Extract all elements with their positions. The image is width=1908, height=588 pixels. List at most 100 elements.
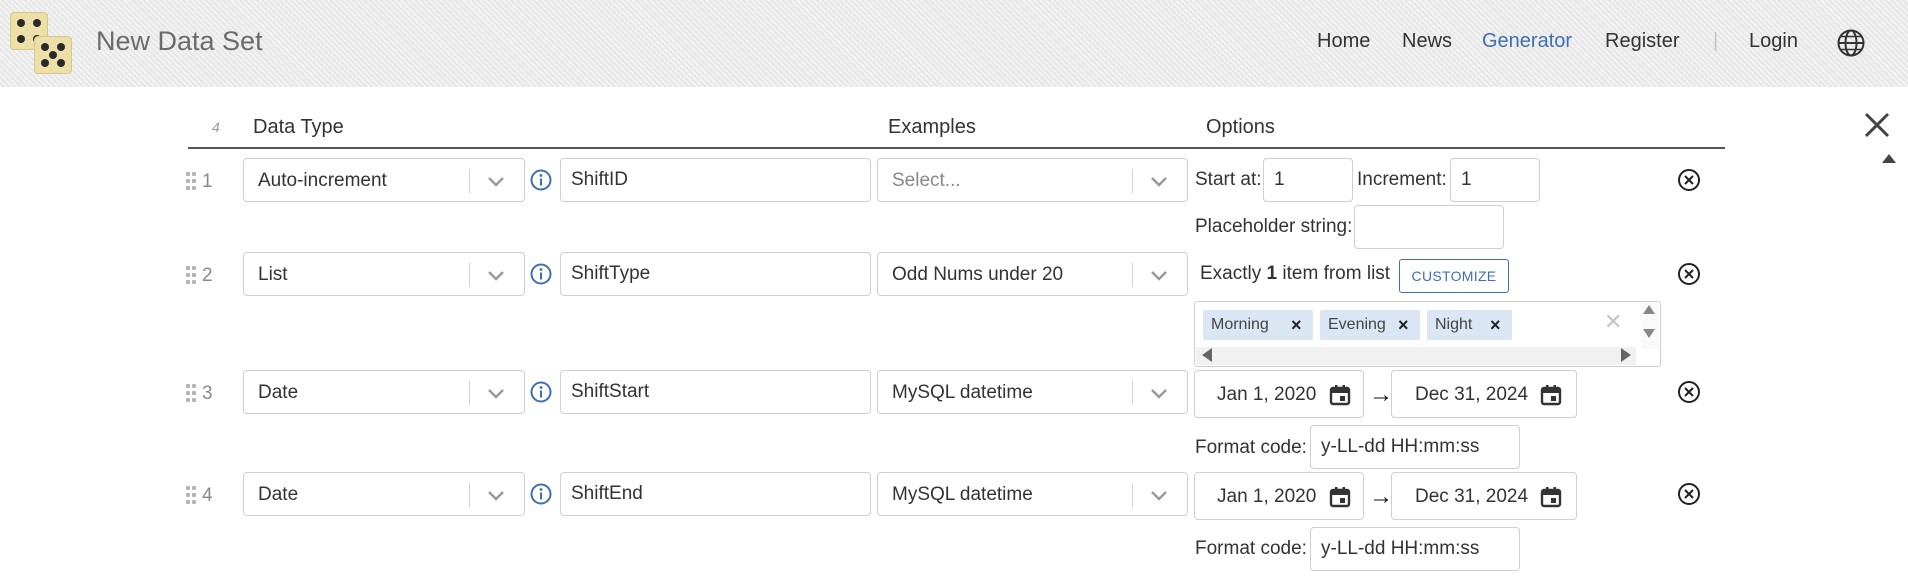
data-type-select[interactable]: Date: [243, 472, 525, 516]
close-icon[interactable]: [1862, 110, 1892, 140]
field-name-input[interactable]: [560, 158, 871, 202]
chevron-down-icon: [488, 271, 504, 281]
tag-label: Night: [1435, 316, 1473, 333]
example-select[interactable]: MySQL datetime: [877, 370, 1188, 414]
field-name-input[interactable]: [560, 252, 871, 296]
calendar-icon: [1540, 385, 1562, 406]
top-header: New Data Set Home News Generator Registe…: [0, 0, 1908, 87]
format-code-input[interactable]: [1310, 527, 1520, 571]
remove-circle-icon[interactable]: [1676, 379, 1702, 405]
drag-handle-icon[interactable]: [186, 172, 198, 190]
chevron-down-icon: [1151, 177, 1167, 187]
nav-register[interactable]: Register: [1605, 30, 1679, 53]
remove-circle-icon[interactable]: [1676, 261, 1702, 287]
increment-input[interactable]: [1450, 158, 1540, 202]
select-value: Date: [258, 484, 299, 505]
remove-tag-icon[interactable]: ×: [1291, 310, 1302, 340]
format-code-input[interactable]: [1310, 425, 1520, 469]
header-data-type: Data Type: [253, 116, 344, 138]
list-item-tag: Morning ×: [1203, 310, 1313, 340]
calendar-icon: [1329, 385, 1351, 406]
remove-tag-icon[interactable]: ×: [1490, 310, 1501, 340]
logo[interactable]: [10, 12, 72, 74]
list-items-box[interactable]: Morning × Evening × Night ×: [1194, 301, 1661, 367]
start-at-input[interactable]: [1263, 158, 1353, 202]
field-name-input[interactable]: [560, 370, 871, 414]
chevron-down-icon: [1151, 491, 1167, 501]
date-from-value: Jan 1, 2020: [1217, 384, 1317, 405]
drag-handle-icon[interactable]: [186, 486, 198, 504]
start-at-label: Start at:: [1195, 169, 1262, 190]
select-placeholder: Select...: [892, 170, 961, 191]
select-value: Odd Nums under 20: [892, 264, 1064, 285]
scroll-up-arrow-icon[interactable]: [1882, 154, 1896, 163]
scroll-down-arrow-icon[interactable]: [1643, 329, 1655, 338]
date-from-picker[interactable]: Jan 1, 2020: [1194, 472, 1364, 520]
nav-generator[interactable]: Generator: [1482, 30, 1572, 53]
select-value: MySQL datetime: [892, 484, 1033, 505]
info-icon[interactable]: [530, 483, 552, 505]
clear-all-icon[interactable]: ✕: [1604, 309, 1622, 335]
remove-circle-icon[interactable]: [1676, 481, 1702, 507]
data-type-select[interactable]: List: [243, 252, 525, 296]
remove-tag-icon[interactable]: ×: [1398, 310, 1409, 340]
exactly-count: 1: [1266, 263, 1278, 284]
scroll-right-arrow-icon[interactable]: [1621, 348, 1631, 362]
format-code-label: Format code:: [1195, 437, 1307, 458]
calendar-icon: [1540, 487, 1562, 508]
calendar-icon: [1329, 487, 1351, 508]
chevron-down-icon: [1151, 389, 1167, 399]
range-arrow: →: [1369, 483, 1393, 510]
row-number: 1: [202, 171, 213, 192]
row-number: 3: [202, 383, 213, 404]
remove-circle-icon[interactable]: [1676, 167, 1702, 193]
data-type-select[interactable]: Date: [243, 370, 525, 414]
format-code-label: Format code:: [1195, 538, 1307, 559]
nav-home[interactable]: Home: [1317, 30, 1370, 53]
row-count: 4: [212, 119, 220, 135]
info-icon[interactable]: [530, 263, 552, 285]
date-from-picker[interactable]: Jan 1, 2020: [1194, 370, 1364, 418]
select-value: MySQL datetime: [892, 382, 1033, 403]
date-to-picker[interactable]: Dec 31, 2024: [1391, 370, 1577, 418]
row-number: 2: [202, 265, 213, 286]
customize-button[interactable]: CUSTOMIZE: [1399, 259, 1509, 293]
date-to-picker[interactable]: Dec 31, 2024: [1391, 472, 1577, 520]
nav-separator: |: [1713, 30, 1719, 52]
die-icon: [34, 36, 72, 74]
example-select[interactable]: Select...: [877, 158, 1188, 202]
data-type-select[interactable]: Auto-increment: [243, 158, 525, 202]
increment-label: Increment:: [1357, 169, 1447, 190]
placeholder-string-input[interactable]: [1354, 205, 1504, 249]
chevron-down-icon: [488, 491, 504, 501]
chevron-down-icon: [488, 389, 504, 399]
info-icon[interactable]: [530, 381, 552, 403]
nav-login[interactable]: Login: [1749, 30, 1798, 53]
app-title: New Data Set: [96, 26, 263, 56]
range-arrow: →: [1369, 381, 1393, 408]
example-select[interactable]: Odd Nums under 20: [877, 252, 1188, 296]
date-to-value: Dec 31, 2024: [1415, 486, 1529, 507]
select-value: List: [258, 264, 288, 285]
date-to-value: Dec 31, 2024: [1415, 384, 1529, 405]
tag-label: Morning: [1211, 316, 1269, 333]
example-select[interactable]: MySQL datetime: [877, 472, 1188, 516]
drag-handle-icon[interactable]: [186, 384, 198, 402]
header-options: Options: [1206, 116, 1275, 138]
info-icon[interactable]: [530, 169, 552, 191]
chevron-down-icon: [488, 177, 504, 187]
row-number: 4: [202, 485, 213, 506]
scroll-left-arrow-icon[interactable]: [1202, 348, 1212, 362]
list-item-tag: Night ×: [1427, 310, 1512, 340]
horizontal-scrollbar[interactable]: [1196, 347, 1636, 365]
chevron-down-icon: [1151, 271, 1167, 281]
list-item-tag: Evening ×: [1320, 310, 1420, 340]
select-value: Auto-increment: [258, 170, 387, 191]
field-name-input[interactable]: [560, 472, 871, 516]
nav-news[interactable]: News: [1402, 30, 1452, 53]
drag-handle-icon[interactable]: [186, 266, 198, 284]
header-examples: Examples: [888, 116, 976, 138]
scroll-up-arrow-icon[interactable]: [1643, 305, 1655, 314]
globe-icon[interactable]: [1836, 28, 1866, 58]
placeholder-string-label: Placeholder string:: [1195, 216, 1353, 237]
